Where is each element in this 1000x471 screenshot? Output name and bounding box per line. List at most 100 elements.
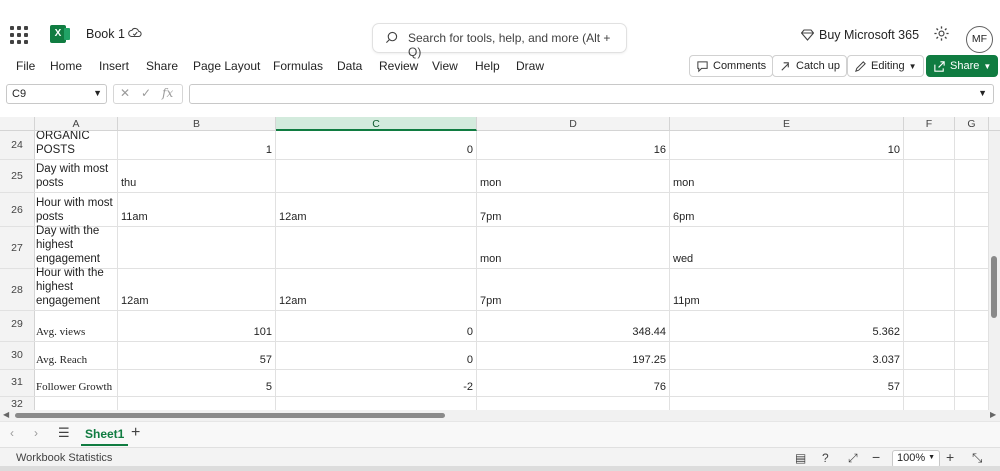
zoom-in-icon[interactable]: + bbox=[946, 449, 954, 465]
column-header-a[interactable]: A bbox=[35, 117, 118, 131]
cell-g29[interactable] bbox=[955, 311, 989, 341]
cancel-icon[interactable]: ✕ bbox=[120, 86, 130, 100]
prev-sheet-icon[interactable]: ‹ bbox=[10, 426, 14, 440]
cell-b24[interactable]: 1 bbox=[118, 131, 276, 159]
column-header-e[interactable]: E bbox=[670, 117, 904, 131]
cell-g32[interactable] bbox=[955, 397, 989, 410]
normal-view-icon[interactable]: ▤ bbox=[795, 451, 806, 465]
cell-g25[interactable] bbox=[955, 160, 989, 192]
row-header[interactable]: 30 bbox=[0, 342, 35, 369]
maximize-icon[interactable]: ⤡ bbox=[972, 450, 982, 466]
column-header-b[interactable]: B bbox=[118, 117, 276, 131]
menu-share[interactable]: Share bbox=[146, 59, 178, 73]
select-all-corner[interactable] bbox=[0, 117, 35, 131]
all-sheets-icon[interactable]: ☰ bbox=[58, 425, 70, 441]
cell-d31[interactable]: 76 bbox=[477, 370, 670, 396]
cell-a24[interactable]: ORGANIC POSTS bbox=[35, 131, 118, 159]
column-header-d[interactable]: D bbox=[477, 117, 670, 131]
workbook-statistics[interactable]: Workbook Statistics bbox=[16, 452, 112, 464]
cell-c30[interactable]: 0 bbox=[276, 342, 477, 369]
menu-file[interactable]: File bbox=[16, 59, 35, 73]
cell-e29[interactable]: 5.362 bbox=[670, 311, 904, 341]
cell-d25[interactable]: mon bbox=[477, 160, 670, 192]
cell-a26[interactable]: Hour with most posts bbox=[35, 193, 118, 226]
column-header-g[interactable]: G bbox=[955, 117, 989, 131]
cell-g31[interactable] bbox=[955, 370, 989, 396]
document-name[interactable]: Book 1 bbox=[86, 27, 125, 41]
menu-home[interactable]: Home bbox=[50, 59, 82, 73]
row-header[interactable]: 27 bbox=[0, 227, 35, 268]
cell-g28[interactable] bbox=[955, 269, 989, 310]
scroll-left-icon[interactable]: ◀ bbox=[3, 410, 9, 419]
cell-e26[interactable]: 6pm bbox=[670, 193, 904, 226]
cell-d32[interactable] bbox=[477, 397, 670, 410]
cell-c28[interactable]: 12am bbox=[276, 269, 477, 310]
scroll-right-icon[interactable]: ▶ bbox=[990, 410, 996, 419]
cell-c24[interactable]: 0 bbox=[276, 131, 477, 159]
zoom-out-icon[interactable]: − bbox=[872, 449, 880, 465]
menu-help[interactable]: Help bbox=[475, 59, 500, 73]
spreadsheet-grid[interactable]: 24 ORGANIC POSTS 1 0 16 10 25 Day with m… bbox=[0, 131, 1000, 410]
cell-d27[interactable]: mon bbox=[477, 227, 670, 268]
cell-f24[interactable] bbox=[904, 131, 955, 159]
cell-c29[interactable]: 0 bbox=[276, 311, 477, 341]
menu-formulas[interactable]: Formulas bbox=[273, 59, 323, 73]
cell-c26[interactable]: 12am bbox=[276, 193, 477, 226]
cell-a27[interactable]: Day with the highest engagement bbox=[35, 225, 118, 268]
row-header[interactable]: 26 bbox=[0, 193, 35, 226]
cell-g30[interactable] bbox=[955, 342, 989, 369]
cell-e25[interactable]: mon bbox=[670, 160, 904, 192]
cell-d28[interactable]: 7pm bbox=[477, 269, 670, 310]
cell-d30[interactable]: 197.25 bbox=[477, 342, 670, 369]
buy-microsoft-365-button[interactable]: Buy Microsoft 365 bbox=[801, 25, 919, 45]
cell-c31[interactable]: -2 bbox=[276, 370, 477, 396]
insert-function-icon[interactable]: fx bbox=[162, 86, 173, 100]
row-header[interactable]: 29 bbox=[0, 311, 35, 341]
cloud-saved-icon[interactable] bbox=[128, 26, 142, 40]
search-box[interactable]: Search for tools, help, and more (Alt + … bbox=[373, 24, 626, 59]
row-header[interactable]: 25 bbox=[0, 160, 35, 192]
vertical-scroll-thumb[interactable] bbox=[991, 256, 997, 318]
vertical-scrollbar[interactable] bbox=[989, 131, 1000, 411]
menu-insert[interactable]: Insert bbox=[99, 59, 129, 73]
cell-g24[interactable] bbox=[955, 131, 989, 159]
menu-review[interactable]: Review bbox=[379, 59, 418, 73]
menu-data[interactable]: Data bbox=[337, 59, 362, 73]
cell-f30[interactable] bbox=[904, 342, 955, 369]
cell-c27[interactable] bbox=[276, 227, 477, 268]
cell-f29[interactable] bbox=[904, 311, 955, 341]
cell-d24[interactable]: 16 bbox=[477, 131, 670, 159]
name-box[interactable]: C9 ▼ bbox=[6, 84, 107, 104]
catch-up-button[interactable]: Catch up bbox=[772, 55, 848, 77]
comments-button[interactable]: Comments bbox=[689, 55, 774, 77]
formula-input[interactable]: ▼ bbox=[189, 84, 994, 104]
row-header[interactable]: 31 bbox=[0, 370, 35, 396]
cell-b28[interactable]: 12am bbox=[118, 269, 276, 310]
cell-e32[interactable] bbox=[670, 397, 904, 410]
cell-b27[interactable] bbox=[118, 227, 276, 268]
cell-a30[interactable]: Avg. Reach bbox=[35, 342, 118, 369]
gear-icon[interactable] bbox=[933, 25, 950, 42]
row-header[interactable]: 32 bbox=[0, 397, 35, 410]
editing-mode-button[interactable]: Editing ▼ bbox=[847, 55, 924, 77]
app-launcher-icon[interactable] bbox=[10, 26, 28, 44]
cell-f31[interactable] bbox=[904, 370, 955, 396]
cell-d26[interactable]: 7pm bbox=[477, 193, 670, 226]
cell-c25[interactable] bbox=[276, 160, 477, 192]
cell-a32[interactable] bbox=[35, 397, 118, 410]
help-icon[interactable]: ? bbox=[822, 451, 829, 465]
row-header[interactable]: 28 bbox=[0, 269, 35, 310]
cell-a31[interactable]: Follower Growth bbox=[35, 370, 118, 396]
cell-d29[interactable]: 348.44 bbox=[477, 311, 670, 341]
cell-a28[interactable]: Hour with the highest engagement bbox=[35, 267, 118, 310]
expand-formula-icon[interactable]: ▼ bbox=[978, 88, 987, 98]
cell-f32[interactable] bbox=[904, 397, 955, 410]
next-sheet-icon[interactable]: › bbox=[34, 426, 38, 440]
cell-e31[interactable]: 57 bbox=[670, 370, 904, 396]
cell-f28[interactable] bbox=[904, 269, 955, 310]
cell-g26[interactable] bbox=[955, 193, 989, 226]
row-header[interactable]: 24 bbox=[0, 131, 35, 159]
tab-sheet1[interactable]: Sheet1 bbox=[81, 424, 129, 446]
menu-draw[interactable]: Draw bbox=[516, 59, 544, 73]
column-header-f[interactable]: F bbox=[904, 117, 955, 131]
